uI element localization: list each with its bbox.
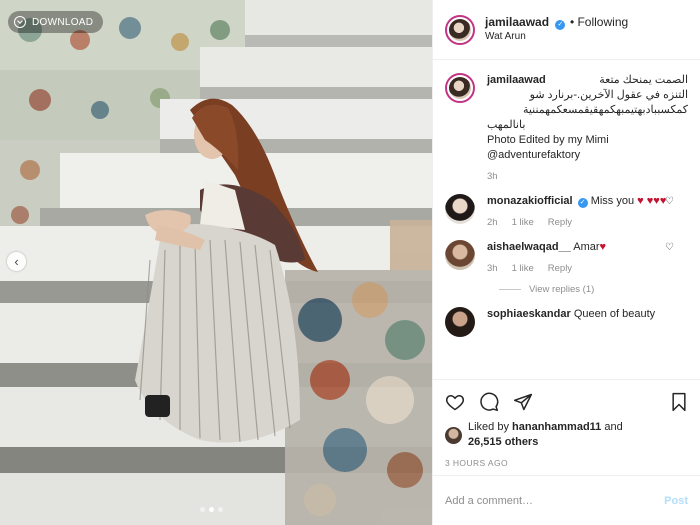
comments-list: jamilaawad الصمت يمنحك متعة التنزه في عق… — [433, 61, 700, 379]
comment-likes[interactable]: 1 like — [512, 215, 534, 230]
caption-mention[interactable]: @adventurefaktory — [487, 148, 688, 163]
comment-item: aishaelwaqad__ Amar♥ 3h 1 like Reply ♡ — [445, 240, 688, 276]
caption-arabic-line-4: بانالمهب — [487, 119, 526, 131]
comment-text: Amar — [573, 241, 600, 253]
like-heart-icon[interactable] — [445, 392, 465, 412]
post-photo[interactable]: DOWNLOAD ‹ — [0, 0, 432, 525]
commenter-username[interactable]: monazakiofficial — [487, 195, 573, 207]
chevron-left-icon: ‹ — [14, 254, 19, 269]
commenter-avatar[interactable] — [445, 194, 475, 224]
comment-text: Miss you — [590, 195, 635, 207]
share-icon[interactable] — [513, 392, 533, 412]
post-header: jamilaawad ✓ • Following Wat Arun — [433, 0, 700, 60]
carousel-dot — [200, 507, 205, 512]
comment-likes[interactable]: 1 like — [512, 261, 534, 276]
commenter-username[interactable]: sophiaeskandar — [487, 308, 571, 320]
carousel-dot-active — [209, 507, 214, 512]
comment-item: sophiaeskandar Queen of beauty — [445, 307, 688, 337]
caption-credit: Photo Edited by my Mimi — [487, 134, 609, 146]
comment-icon[interactable] — [479, 392, 499, 412]
liked-by-username[interactable]: hananhammad11 — [512, 421, 601, 433]
view-replies-label: View replies (1) — [529, 284, 595, 295]
carousel-dot — [218, 507, 223, 512]
download-button[interactable]: DOWNLOAD — [8, 11, 104, 33]
bookmark-icon[interactable] — [670, 392, 688, 412]
download-icon — [14, 16, 26, 28]
caption: jamilaawad الصمت يمنحك متعة التنزه في عق… — [445, 73, 688, 184]
caption-avatar[interactable] — [445, 73, 475, 103]
add-comment-bar: Post — [433, 475, 700, 525]
comment-time[interactable]: 2h — [487, 215, 498, 230]
comment-text: Queen of beauty — [573, 308, 656, 320]
commenter-username[interactable]: aishaelwaqad__ — [487, 241, 571, 253]
caption-arabic-line-3: كمكسببادبهتيمبهكمهقيقمسعكمهمننية — [522, 104, 688, 116]
download-label: DOWNLOAD — [32, 16, 94, 28]
post-location[interactable]: Wat Arun — [485, 30, 628, 44]
likes-others-count: 26,515 — [468, 436, 502, 448]
comment-hearts: ♥ — [599, 241, 607, 253]
comment-time[interactable]: 3h — [487, 261, 498, 276]
post-side-panel: jamilaawad ✓ • Following Wat Arun jamila… — [432, 0, 700, 525]
instagram-post-modal: DOWNLOAD ‹ jamilaawad ✓ • Following Wat … — [0, 0, 700, 525]
post-timestamp[interactable]: 3 HOURS AGO — [445, 458, 688, 468]
post-comment-button[interactable]: Post — [664, 495, 688, 507]
post-photo-image — [0, 0, 432, 525]
view-replies-button[interactable]: View replies (1) — [499, 284, 688, 295]
comment-reply-button[interactable]: Reply — [548, 215, 572, 230]
comment-item: monazakiofficial ✓ Miss you ♥ ♥♥♥ 2h 1 l… — [445, 194, 688, 230]
post-actions: Liked by hananhammad11 and 26,515 others… — [433, 379, 700, 468]
commenter-avatar[interactable] — [445, 240, 475, 270]
commenter-avatar[interactable] — [445, 307, 475, 337]
comment-reply-button[interactable]: Reply — [548, 261, 572, 276]
author-username[interactable]: jamilaawad — [485, 15, 549, 29]
caption-time[interactable]: 3h — [487, 169, 498, 184]
like-comment-heart-icon[interactable]: ♡ — [665, 196, 674, 207]
liker-avatar[interactable] — [445, 426, 462, 444]
liked-by-prefix: Liked by — [468, 421, 513, 433]
likes-others-link[interactable]: 26,515 others — [468, 436, 538, 448]
caption-arabic-line-2: التنزه في عقول الآخرين.-برنارد شو — [529, 89, 688, 101]
verified-badge-icon: ✓ — [577, 198, 588, 208]
verified-badge-icon: ✓ — [555, 20, 566, 30]
caption-username[interactable]: jamilaawad — [487, 74, 546, 86]
likes-others-suffix: others — [501, 436, 539, 448]
add-comment-input[interactable] — [445, 494, 665, 507]
like-comment-heart-icon[interactable]: ♡ — [665, 242, 674, 253]
likes-summary: Liked by hananhammad11 and 26,515 others — [445, 420, 688, 450]
following-status[interactable]: • Following — [570, 15, 628, 29]
comment-hearts: ♥ ♥♥♥ — [637, 195, 667, 207]
view-replies-line — [499, 289, 521, 290]
carousel-dots — [200, 507, 223, 512]
previous-photo-button[interactable]: ‹ — [7, 252, 26, 271]
author-avatar[interactable] — [445, 14, 475, 45]
liked-by-and: and — [601, 421, 623, 433]
